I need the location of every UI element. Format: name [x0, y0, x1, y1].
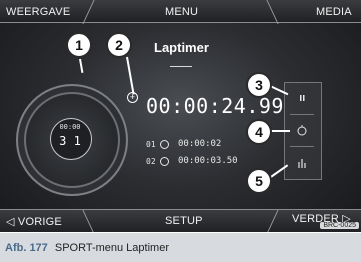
bar-chart-icon — [298, 159, 306, 168]
dial-time: 00:00 — [59, 123, 81, 131]
main-timer: 00:00:24.99 — [146, 94, 284, 118]
lap-clock-icon — [160, 140, 169, 149]
caption-text: SPORT-menu Laptimer — [54, 242, 169, 254]
lap-clock-icon — [160, 157, 169, 166]
figure-code: BRC-0025 — [320, 222, 359, 229]
infotainment-screen: WEERGAVE MENU MEDIA Laptimer 00:00 3 1 +… — [0, 0, 361, 232]
lap-number-1: 01 — [146, 140, 156, 149]
tab-weergave[interactable]: WEERGAVE — [6, 6, 70, 18]
callout-marker-5: 5 — [246, 168, 272, 194]
lap-number-2: 02 — [146, 157, 156, 166]
leader-2 — [126, 56, 135, 95]
setup-button[interactable]: SETUP — [165, 215, 203, 227]
caption-text-wrap: Afb. 177 SPORT-menu Laptimer — [5, 242, 169, 254]
tab-menu[interactable]: MENU — [165, 6, 198, 18]
pause-icon — [300, 95, 305, 101]
dial-lap-count: 3 1 — [59, 134, 81, 148]
leader-4 — [270, 130, 290, 132]
page-title: Laptimer — [154, 40, 209, 55]
callout-marker-4: 4 — [246, 119, 272, 145]
statistics-button[interactable] — [284, 146, 320, 178]
previous-button[interactable]: ◁ VORIGE — [6, 215, 62, 228]
callout-marker-1: 1 — [66, 32, 92, 58]
pause-button[interactable] — [284, 82, 320, 114]
caption-label: Afb. 177 — [5, 242, 48, 254]
tab-media[interactable]: MEDIA — [316, 6, 352, 18]
callout-marker-3: 3 — [246, 72, 272, 98]
lap-time-1: 00:00:02 — [178, 139, 222, 149]
callout-marker-2: 2 — [106, 32, 132, 58]
title-underline — [170, 66, 192, 67]
lap-time-2: 00:00:03.50 — [178, 156, 238, 166]
leader-1 — [79, 58, 84, 73]
